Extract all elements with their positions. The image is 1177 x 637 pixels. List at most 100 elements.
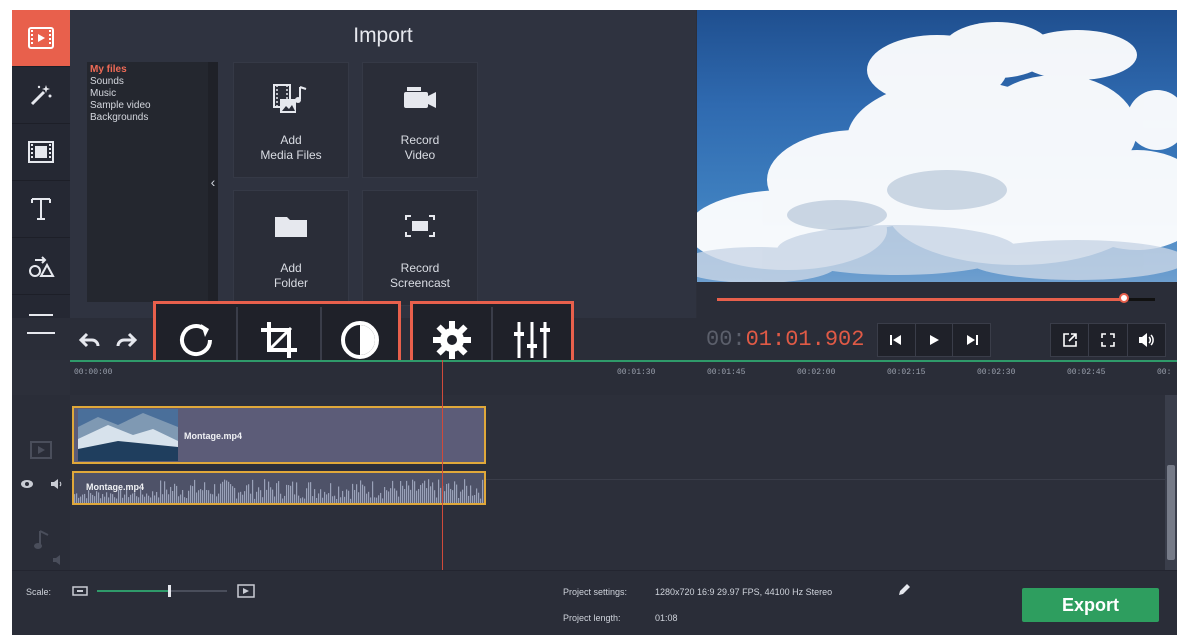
editing-toolbar: 00:01:01.902 <box>12 301 1177 379</box>
project-settings-label: Project settings: <box>563 587 628 597</box>
volume-icon <box>1139 333 1155 347</box>
import-category-list: My files Sounds Music Sample video Backg… <box>87 62 208 302</box>
collapse-panel-button[interactable]: ‹ <box>208 62 218 302</box>
timeline-ruler[interactable]: 00:00:00 00:01:30 00:01:45 00:02:00 00:0… <box>70 360 1177 397</box>
category-my-files[interactable]: My files <box>90 64 127 76</box>
scrollbar-thumb[interactable] <box>1167 465 1175 560</box>
media-files-icon <box>273 84 307 113</box>
project-settings-value: 1280x720 16:9 29.97 FPS, 44100 Hz Stereo <box>655 587 833 597</box>
sidebar <box>12 10 70 360</box>
menu-line-1 <box>27 332 55 334</box>
record-video-label: Record Video <box>400 133 440 162</box>
play-button[interactable] <box>916 324 954 356</box>
film-strip-icon <box>28 141 54 163</box>
category-sounds[interactable]: Sounds <box>90 76 124 88</box>
skip-back-icon <box>890 335 902 345</box>
sidebar-magic-tab[interactable] <box>12 67 70 124</box>
track-headers <box>12 395 70 570</box>
sidebar-titles-tab[interactable] <box>12 181 70 238</box>
scale-slider-handle[interactable] <box>167 585 171 597</box>
add-media-files-label: Add Media Files <box>260 133 322 162</box>
sidebar-transitions-tab[interactable] <box>12 238 70 295</box>
record-video-button[interactable]: Record Video <box>362 62 478 178</box>
fullscreen-icon <box>1101 333 1115 347</box>
popout-preview-button[interactable] <box>1051 324 1090 356</box>
text-icon <box>31 198 51 220</box>
eye-icon[interactable] <box>20 479 34 489</box>
ruler-tick: 00:02:30 <box>977 368 1016 377</box>
category-music[interactable]: Music <box>90 88 116 100</box>
timecode-value: 01:01.902 <box>745 327 865 352</box>
undo-icon <box>78 332 100 348</box>
chevron-left-icon: ‹ <box>210 174 216 190</box>
playback-scrubber-handle[interactable] <box>1119 293 1130 303</box>
skip-forward-icon <box>966 335 978 345</box>
settings-icon <box>433 321 471 359</box>
screencast-icon <box>405 215 435 237</box>
magic-wand-icon <box>30 85 52 106</box>
timecode-hours: 00: <box>706 327 746 352</box>
video-clip-name: Montage.mp4 <box>184 431 243 441</box>
playback-progress-area <box>697 282 1177 318</box>
view-controls <box>1050 323 1166 357</box>
zoom-in-icon[interactable] <box>237 584 255 598</box>
project-length-value: 01:08 <box>655 613 678 623</box>
import-title: Import <box>353 24 413 47</box>
redo-icon <box>116 332 138 348</box>
rotate-icon <box>180 324 212 356</box>
sidebar-import-tab[interactable] <box>12 10 70 67</box>
video-preview[interactable] <box>697 10 1177 282</box>
timeline-vertical-scrollbar[interactable] <box>1165 395 1177 570</box>
skip-forward-button[interactable] <box>953 324 990 356</box>
ruler-tick: 00:02:15 <box>887 368 926 377</box>
shapes-icon <box>29 256 55 277</box>
redo-button[interactable] <box>114 330 138 355</box>
equalizer-icon <box>514 322 550 358</box>
ruler-tick: 00:01:30 <box>617 368 656 377</box>
category-sample-video[interactable]: Sample video <box>90 100 151 112</box>
ruler-tick: 00:00:00 <box>74 368 113 377</box>
export-button[interactable]: Export <box>1022 588 1159 622</box>
record-screencast-button[interactable]: Record Screencast <box>362 190 478 306</box>
pencil-icon[interactable] <box>897 583 911 597</box>
playback-progress-fill <box>717 298 1125 301</box>
music-volume-icon[interactable] <box>52 555 66 565</box>
movavi-editor-window: Import My files Sounds Music Sample vide… <box>12 10 1177 635</box>
scale-slider-fill <box>97 590 169 592</box>
add-folder-label: Add Folder <box>273 261 308 290</box>
import-panel: Import My files Sounds Music Sample vide… <box>70 10 696 318</box>
fullscreen-button[interactable] <box>1089 324 1128 356</box>
project-length-label: Project length: <box>563 613 621 623</box>
audio-clip[interactable]: Montage.mp4 <box>72 471 486 505</box>
popout-icon <box>1062 333 1077 347</box>
volume-button[interactable] <box>1128 324 1165 356</box>
bottom-bar: Scale: Project settings: 1280x720 16:9 2… <box>12 570 1177 635</box>
video-track-icon <box>30 441 52 459</box>
track-volume-icon[interactable] <box>50 479 64 489</box>
transport-controls <box>877 323 991 357</box>
ruler-tick: 00:01:45 <box>707 368 746 377</box>
color-adjust-icon <box>341 321 379 359</box>
add-folder-button[interactable]: Add Folder <box>233 190 349 306</box>
scale-label: Scale: <box>26 587 52 597</box>
timecode-display: 00:01:01.902 <box>706 327 864 352</box>
music-note-icon <box>34 530 49 549</box>
timeline-tracks[interactable]: Montage.mp4 Montage.mp4 <box>70 360 1165 570</box>
film-import-icon <box>28 27 54 49</box>
crop-icon <box>261 322 297 358</box>
video-clip[interactable]: Montage.mp4 <box>72 406 486 464</box>
undo-button[interactable] <box>78 330 102 355</box>
skip-back-button[interactable] <box>878 324 916 356</box>
add-media-files-button[interactable]: Add Media Files <box>233 62 349 178</box>
playhead[interactable] <box>442 360 443 570</box>
clip-thumbnail <box>78 409 178 461</box>
sidebar-filters-tab[interactable] <box>12 124 70 181</box>
preview-clouds-image <box>697 22 1177 282</box>
zoom-out-icon[interactable] <box>72 585 88 597</box>
category-backgrounds[interactable]: Backgrounds <box>90 112 148 124</box>
ruler-tick: 00:02:45 <box>1067 368 1106 377</box>
ruler-tick: 00: <box>1157 368 1172 377</box>
play-icon <box>930 335 939 345</box>
ruler-tick: 00:02:00 <box>797 368 836 377</box>
record-screencast-label: Record Screencast <box>389 261 451 290</box>
